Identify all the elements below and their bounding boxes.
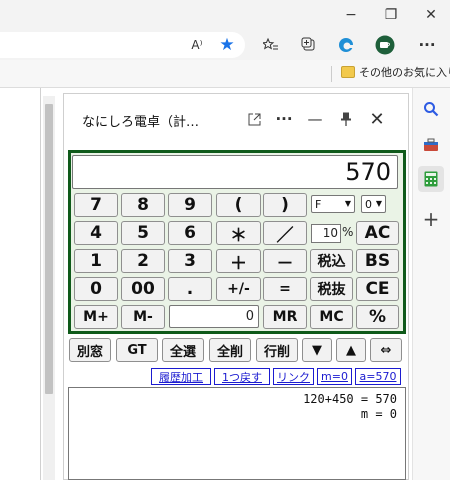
history-line: 120+450 = 570 (303, 392, 397, 406)
calculator-display: 570 (72, 155, 398, 189)
chevron-down-icon: ▼ (344, 199, 351, 208)
key-7[interactable]: 7 (74, 193, 118, 217)
key-1[interactable]: 1 (74, 249, 118, 273)
key-all-clear[interactable]: AC (356, 221, 399, 245)
digits-select[interactable]: 0 ▼ (361, 195, 386, 213)
key-negate[interactable]: +/- (216, 277, 261, 301)
favorite-star-icon[interactable]: ★ (214, 33, 240, 57)
key-percent[interactable]: % (356, 305, 399, 329)
edge-logo-icon[interactable] (333, 33, 359, 57)
favbar-divider (331, 66, 332, 82)
read-aloud-icon[interactable]: A⁾ (184, 33, 210, 57)
link-link[interactable]: リンク (273, 368, 314, 385)
search-icon[interactable] (418, 96, 444, 122)
key-equals[interactable]: = (263, 277, 307, 301)
history-line: m = 0 (360, 407, 397, 421)
calculator-icon[interactable] (418, 166, 444, 192)
add-icon[interactable]: + (418, 206, 444, 232)
grand-total-button[interactable]: GT (116, 338, 158, 362)
popout-icon[interactable] (241, 106, 267, 132)
more-options-icon[interactable]: ··· (414, 33, 440, 57)
calculator-window-title: なにしろ電卓（計… (82, 115, 200, 130)
more-icon[interactable]: ··· (271, 106, 297, 132)
key-2[interactable]: 2 (121, 249, 165, 273)
history-edit-link[interactable]: 履歴加工 (151, 368, 211, 385)
memory-link[interactable]: m=0 (317, 368, 352, 385)
decimal-digits-input[interactable]: 10 (311, 224, 341, 243)
key-3[interactable]: 3 (168, 249, 212, 273)
percent-label: % (342, 225, 354, 239)
page-scrollbar-thumb[interactable] (45, 104, 53, 394)
key-0[interactable]: 0 (74, 277, 118, 301)
toolbox-icon[interactable] (418, 132, 444, 158)
key-9[interactable]: 9 (168, 193, 212, 217)
key-memory-minus[interactable]: M- (121, 305, 165, 329)
answer-link[interactable]: a=570 (355, 368, 401, 385)
key-divide[interactable]: ／ (263, 221, 307, 246)
page-divider (40, 88, 41, 480)
key-5[interactable]: 5 (121, 221, 165, 245)
key-tax-excluded[interactable]: 税抜 (310, 277, 353, 301)
key-00[interactable]: 00 (121, 277, 165, 301)
key-left-paren[interactable]: ( (216, 193, 261, 217)
key-add[interactable]: ＋ (216, 249, 261, 274)
format-select-value: F (315, 197, 322, 211)
key-4[interactable]: 4 (74, 221, 118, 245)
minimize-icon[interactable]: — (302, 106, 328, 132)
key-tax-included[interactable]: 税込 (310, 249, 353, 273)
key-right-paren[interactable]: ) (263, 193, 307, 217)
key-6[interactable]: 6 (168, 221, 212, 245)
key-memory-plus[interactable]: M+ (74, 305, 118, 329)
key-decimal-point[interactable]: . (168, 277, 212, 301)
favorites-list-icon[interactable] (258, 33, 284, 57)
undo-link[interactable]: 1つ戻す (214, 368, 270, 385)
key-subtract[interactable]: － (263, 249, 307, 274)
other-favorites-link[interactable]: その他のお気に入り (359, 64, 450, 80)
chevron-down-icon: ▼ (375, 199, 382, 208)
key-memory-recall[interactable]: MR (263, 305, 307, 329)
format-select[interactable]: F ▼ (311, 195, 355, 213)
memory-value-field: 0 (169, 305, 259, 328)
collections-icon[interactable] (296, 33, 322, 57)
scroll-up-button[interactable]: ▲ (336, 338, 366, 362)
scroll-down-button[interactable]: ▼ (302, 338, 332, 362)
folder-icon (341, 66, 355, 78)
history-textarea[interactable]: 120+450 = 570 m = 0 (68, 387, 406, 480)
close-icon[interactable]: ✕ (364, 106, 390, 132)
key-memory-clear[interactable]: MC (310, 305, 353, 329)
key-8[interactable]: 8 (121, 193, 165, 217)
pin-icon[interactable] (333, 106, 359, 132)
digits-select-value: 0 (365, 197, 372, 211)
new-window-button[interactable]: 別窓 (69, 338, 111, 362)
profile-avatar-icon[interactable] (372, 33, 398, 57)
select-all-button[interactable]: 全選 (162, 338, 204, 362)
swap-button[interactable]: ⇔ (370, 338, 402, 362)
key-clear-entry[interactable]: CE (356, 277, 399, 301)
key-backspace[interactable]: BS (356, 249, 399, 273)
close-window-button[interactable]: ✕ (408, 0, 450, 30)
delete-all-button[interactable]: 全削 (209, 338, 251, 362)
delete-line-button[interactable]: 行削 (256, 338, 298, 362)
key-multiply[interactable]: ＊ (216, 221, 261, 246)
